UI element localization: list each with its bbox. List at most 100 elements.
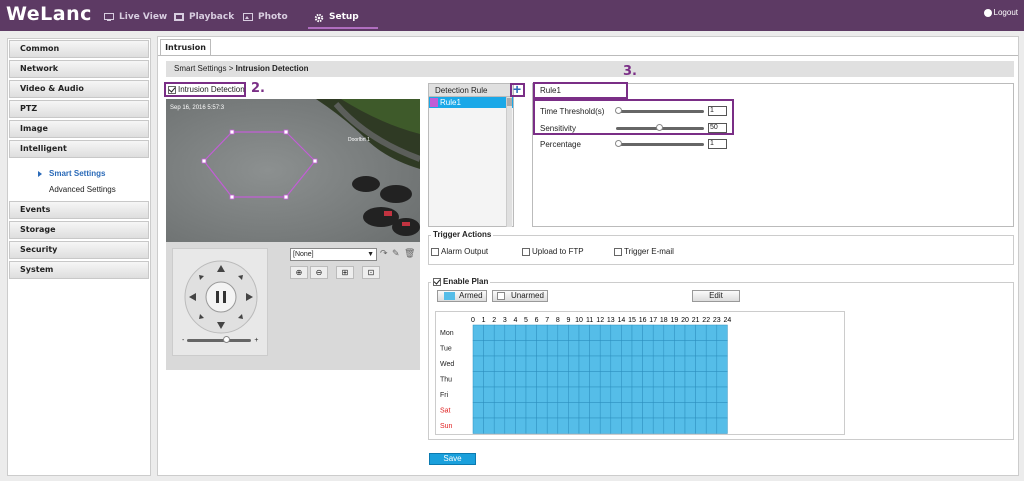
sidebar-item-storage[interactable]: Storage [9,221,149,239]
schedule-cell[interactable] [483,355,495,372]
schedule-cell[interactable] [557,324,569,341]
schedule-cell[interactable] [515,340,527,357]
schedule-cell[interactable] [663,340,675,357]
live-video-preview[interactable]: Sep 16, 2016 5:57:3 Doorlbrt 1 [166,99,420,242]
schedule-cell[interactable] [652,340,665,357]
schedule-cell[interactable] [705,324,718,341]
schedule-cell[interactable] [599,340,612,357]
schedule-cell[interactable] [472,355,484,372]
nav-live-view[interactable]: Live View [104,10,167,24]
schedule-cell[interactable] [684,324,696,341]
schedule-cell[interactable] [557,355,569,372]
schedule-cell[interactable] [557,402,569,419]
delete-preset-icon[interactable]: 🗑 [404,248,415,259]
schedule-cell[interactable] [515,324,527,341]
schedule-cell[interactable] [705,417,718,434]
logout-button[interactable]: Logout [983,8,1018,17]
schedule-cell[interactable] [493,417,506,434]
enable-plan-toggle[interactable]: Enable Plan [431,277,491,286]
intrusion-detection-checkbox[interactable] [168,85,176,94]
schedule-cell[interactable] [695,386,707,403]
schedule-cell[interactable] [599,324,612,341]
schedule-cell[interactable] [568,324,580,341]
schedule-cell[interactable] [663,371,675,388]
schedule-cell[interactable] [515,386,527,403]
schedule-cell[interactable] [546,340,559,357]
schedule-cell[interactable] [631,371,643,388]
schedule-cell[interactable] [716,417,728,434]
schedule-cell[interactable] [663,402,675,419]
schedule-cell[interactable] [578,355,590,372]
armed-button[interactable]: Armed [437,290,487,302]
schedule-cell[interactable] [546,402,559,419]
tab-intrusion[interactable]: Intrusion [160,39,211,55]
schedule-cell[interactable] [525,386,537,403]
schedule-cell[interactable] [716,355,728,372]
focus-near-icon[interactable]: ⊞ [336,266,354,279]
schedule-cell[interactable] [472,417,484,434]
schedule-cell[interactable] [674,371,686,388]
upload-ftp-checkbox[interactable] [522,247,530,256]
schedule-cell[interactable] [599,417,612,434]
schedule-cell[interactable] [504,371,516,388]
schedule-cell[interactable] [589,340,601,357]
zoom-in-icon[interactable]: ⊕ [290,266,308,279]
alarm-output-checkbox[interactable] [431,247,439,256]
sidebar-item-image[interactable]: Image [9,120,149,138]
schedule-cell[interactable] [684,371,696,388]
schedule-cell[interactable] [536,417,548,434]
schedule-cell[interactable] [642,340,654,357]
schedule-cell[interactable] [705,371,718,388]
zoom-out-icon[interactable]: ⊖ [310,266,328,279]
schedule-cell[interactable] [536,402,548,419]
schedule-cell[interactable] [504,402,516,419]
schedule-cell[interactable] [621,386,633,403]
schedule-cell[interactable] [674,386,686,403]
schedule-cell[interactable] [483,324,495,341]
schedule-cell[interactable] [483,386,495,403]
percentage-slider[interactable] [615,139,704,147]
schedule-cell[interactable] [695,417,707,434]
schedule-cell[interactable] [546,355,559,372]
schedule-cell[interactable] [557,417,569,434]
schedule-cell[interactable] [599,371,612,388]
sidebar-item-system[interactable]: System [9,261,149,279]
speed-minus[interactable]: - [182,337,184,344]
schedule-cell[interactable] [546,417,559,434]
schedule-cell[interactable] [483,402,495,419]
scrollbar-thumb[interactable] [507,98,512,106]
schedule-cell[interactable] [504,386,516,403]
schedule-cell[interactable] [610,324,622,341]
sidebar-item-common[interactable]: Common [9,40,149,58]
schedule-cell[interactable] [472,371,484,388]
schedule-cell[interactable] [525,417,537,434]
schedule-cell[interactable] [716,324,728,341]
schedule-cell[interactable] [695,340,707,357]
unarmed-button[interactable]: Unarmed [492,290,548,302]
rule-row-selected[interactable]: Rule1 [429,97,513,108]
schedule-cell[interactable] [716,402,728,419]
schedule-cell[interactable] [483,417,495,434]
schedule-cell[interactable] [472,386,484,403]
nav-playback[interactable]: Playback [174,10,234,24]
schedule-cell[interactable] [705,402,718,419]
schedule-cell[interactable] [684,417,696,434]
trigger-email-checkbox[interactable] [614,247,622,256]
nav-setup[interactable]: Setup [314,10,359,24]
schedule-cell[interactable] [578,324,590,341]
schedule-cell[interactable] [642,417,654,434]
schedule-cell[interactable] [493,402,506,419]
schedule-cell[interactable] [525,371,537,388]
go-to-preset-icon[interactable]: ↷ [380,248,388,259]
sidebar-subitem-smart-settings[interactable]: Smart Settings [8,166,150,182]
schedule-cell[interactable] [589,355,601,372]
schedule-cell[interactable] [536,324,548,341]
schedule-cell[interactable] [621,417,633,434]
preset-select[interactable]: [None] ▼ [290,248,377,261]
schedule-cell[interactable] [652,417,665,434]
enable-plan-checkbox[interactable] [433,277,441,286]
add-rule-button[interactable]: + [513,82,521,96]
schedule-cell[interactable] [589,386,601,403]
schedule-cell[interactable] [568,417,580,434]
schedule-cell[interactable] [684,402,696,419]
